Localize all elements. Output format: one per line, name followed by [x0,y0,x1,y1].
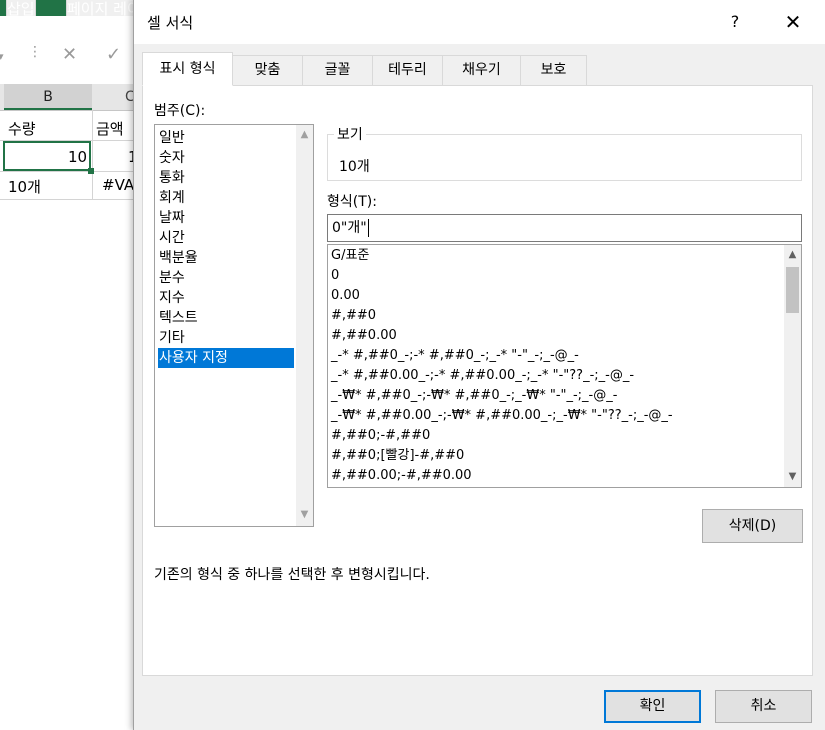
format-code-item[interactable]: _-* #,##0_-;-* #,##0_-;_-* "-"_-;_-@_- [331,346,579,366]
format-code-item[interactable]: 0 [331,266,339,286]
selected-cell-border [3,141,91,171]
fill-handle[interactable] [88,168,94,174]
ok-button-label: 확인 [639,698,666,714]
tab-font[interactable]: 글꼴 [302,55,373,85]
tab-border[interactable]: 테두리 [372,55,443,85]
format-code-item[interactable]: _-* #,##0.00_-;-* #,##0.00_-;_-* "-"??_-… [331,366,634,386]
scroll-thumb[interactable] [786,267,799,313]
namebox-dropdown-icon[interactable]: ▾ [0,50,4,63]
format-code-item[interactable]: G/표준 [331,246,369,266]
cell-b3[interactable]: 10개 [8,176,41,197]
category-item[interactable]: 통화 [158,168,294,188]
cell-c3[interactable]: #VA [102,176,134,194]
scroll-down-icon[interactable]: ▼ [296,506,313,523]
tab-alignment[interactable]: 맞춤 [232,55,303,85]
format-code-value: 0"개" [332,220,367,236]
category-item[interactable]: 일반 [158,128,294,148]
format-code-list[interactable]: G/표준 0 0.00 #,##0 #,##0.00 _-* #,##0_-;-… [327,244,802,488]
delete-button-label: 삭제(D) [728,518,777,534]
category-item[interactable]: 회계 [158,188,294,208]
format-code-item[interactable]: 0.00 [331,286,360,306]
cell-c1[interactable]: 금액 [96,118,124,139]
category-item[interactable]: 숫자 [158,148,294,168]
dialog-title: 셀 서식 [147,14,194,32]
category-scrollbar[interactable]: ▲ ▼ [296,125,313,526]
close-button[interactable]: ✕ [776,8,810,36]
ribbon-tab-insert[interactable]: 삽입 [6,0,36,16]
cancel-entry-icon[interactable]: ✕ [62,44,77,65]
cell-b1[interactable]: 수량 [8,118,36,139]
description-text: 기존의 형식 중 하나를 선택한 후 변형시킵니다. [154,567,430,583]
grid-line [0,199,140,200]
format-code-item[interactable]: _-₩* #,##0.00_-;-₩* #,##0.00_-;_-₩* "-"?… [331,406,673,426]
format-label: 형식(T): [327,194,377,210]
format-code-input[interactable]: 0"개" [327,214,802,242]
format-code-item[interactable]: #,##0.00;-#,##0.00 [331,466,472,486]
category-item[interactable]: 지수 [158,288,294,308]
sample-value: 10개 [339,159,370,175]
scroll-up-icon[interactable]: ▲ [784,246,801,263]
tab-fill[interactable]: 채우기 [442,55,521,85]
tab-protection[interactable]: 보호 [520,55,587,85]
confirm-entry-icon[interactable]: ✓ [106,44,121,65]
category-item-selected[interactable]: 사용자 지정 [158,348,294,368]
format-code-item[interactable]: _-₩* #,##0_-;-₩* #,##0_-;_-₩* "-"_-;_-@_… [331,386,617,406]
ok-button[interactable]: 확인 [604,690,701,723]
column-header-b[interactable]: B [4,84,92,110]
category-label: 범주(C): [154,103,206,119]
category-list[interactable]: 일반 숫자 통화 회계 날짜 시간 백분율 분수 지수 텍스트 기타 사용자 지… [154,124,314,527]
cancel-button-label: 취소 [750,698,777,714]
tab-number[interactable]: 표시 형식 [142,52,233,86]
format-code-item[interactable]: #,##0;[빨강]-#,##0 [331,446,464,466]
text-caret [367,219,369,237]
category-item[interactable]: 기타 [158,328,294,348]
sample-label: 보기 [334,124,366,144]
category-item[interactable]: 텍스트 [158,308,294,328]
category-item[interactable]: 시간 [158,228,294,248]
help-button[interactable]: ? [720,8,750,36]
category-item[interactable]: 날짜 [158,208,294,228]
format-cells-dialog: 셀 서식 ? ✕ 표시 형식 맞춤 글꼴 테두리 채우기 보호 범주(C): 일… [133,0,825,730]
format-code-item[interactable]: #,##0 [331,306,376,326]
sample-box [327,134,802,181]
scroll-up-icon[interactable]: ▲ [296,126,313,143]
dialog-titlebar: 셀 서식 ? ✕ [134,0,825,44]
grid-line [0,171,140,172]
formula-bar-grip-icon: ⋮ [28,44,42,60]
grid-line [92,110,93,200]
delete-button[interactable]: 삭제(D) [702,509,803,543]
category-item[interactable]: 백분율 [158,248,294,268]
format-scrollbar[interactable]: ▲ ▼ [784,245,801,487]
format-code-item[interactable]: #,##0;-#,##0 [331,426,430,446]
tab-panel: 범주(C): 일반 숫자 통화 회계 날짜 시간 백분율 분수 지수 텍스트 기… [142,85,813,676]
format-code-item[interactable]: #,##0.00 [331,326,397,346]
cancel-button[interactable]: 취소 [715,690,812,723]
scroll-down-icon[interactable]: ▼ [784,468,801,485]
category-item[interactable]: 분수 [158,268,294,288]
